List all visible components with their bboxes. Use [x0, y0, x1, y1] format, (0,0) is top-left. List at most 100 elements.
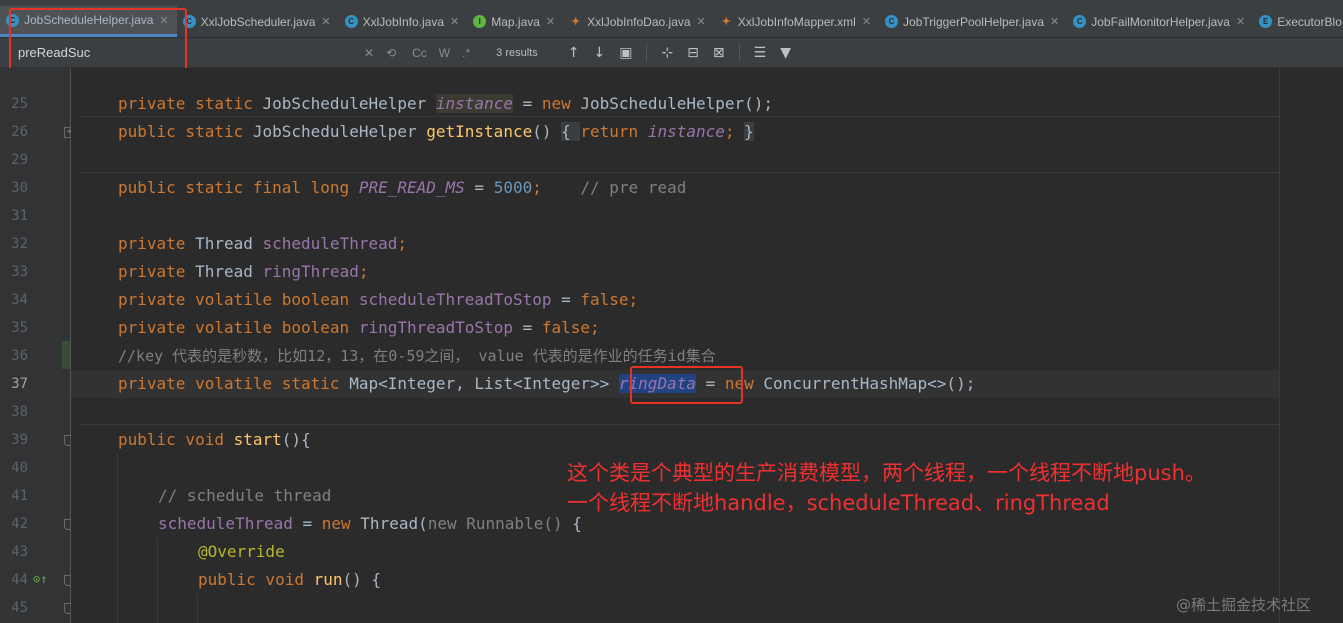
filter-icon[interactable]: ▼ [780, 45, 791, 61]
editor-tab-bar: C JobScheduleHelper.java ✕ C XxlJobSched… [0, 6, 1343, 38]
tab-xxl-job-info[interactable]: C XxlJobInfo.java ✕ [339, 6, 468, 37]
type: Map<Integer, List<Integer>> [349, 374, 619, 393]
tab-executor-blo[interactable]: E ExecutorBlo [1253, 6, 1343, 37]
line-number: 34 [11, 292, 28, 308]
tab-xxl-job-scheduler[interactable]: C XxlJobScheduler.java ✕ [177, 6, 339, 37]
mybatis-icon: ✦ [721, 16, 731, 28]
code-line-33: private Thread ringThread; [118, 258, 368, 286]
code-line-43: @Override [198, 538, 285, 566]
code-line-30: public static final long PRE_READ_MS = 5… [118, 174, 686, 202]
static-field: instance [647, 122, 725, 141]
tab-xxl-job-info-mapper[interactable]: ✦ XxlJobInfoMapper.xml ✕ [714, 6, 879, 37]
next-occurrence-icon[interactable]: ↓ [593, 45, 605, 61]
code-editor[interactable]: private static JobScheduleHelper instanc… [71, 68, 1279, 623]
add-selection-icon[interactable]: ⊹ [661, 45, 673, 61]
method-separator [79, 424, 1279, 425]
line-number: 25 [11, 96, 28, 112]
comment: // pre read [580, 178, 687, 197]
tab-job-trigger-pool-helper[interactable]: C JobTriggerPoolHelper.java ✕ [879, 6, 1067, 37]
code-line-26: public static JobScheduleHelper getInsta… [118, 118, 754, 146]
regex-button[interactable]: .* [462, 46, 470, 60]
search-highlight-box [9, 8, 187, 74]
words-button[interactable]: W [439, 46, 450, 60]
method-name: getInstance [426, 122, 533, 141]
line-number: 31 [11, 208, 28, 224]
annotation-line-1: 这个类是个典型的生产消费模型，两个线程，一个线程不断地push。 [567, 461, 1206, 485]
close-icon[interactable]: ✕ [1236, 15, 1245, 28]
field: scheduleThreadToStop [358, 290, 552, 309]
multi-line-icon[interactable]: ☰ [754, 45, 767, 61]
line-number: 26 [11, 124, 28, 140]
tab-job-fail-monitor-helper[interactable]: C JobFailMonitorHelper.java ✕ [1067, 6, 1253, 37]
keyword: public void [118, 430, 234, 449]
keyword: public void [198, 570, 314, 589]
divider [738, 43, 740, 62]
remove-selection-icon[interactable]: ⊟ [687, 45, 699, 61]
operator: = [292, 514, 322, 533]
type: JobScheduleHelper [262, 94, 436, 113]
tab-xxl-job-info-dao[interactable]: ✦ XxlJobInfoDao.java ✕ [563, 6, 714, 37]
tab-label: ExecutorBlo [1277, 14, 1342, 29]
class-icon: C [344, 15, 358, 28]
close-icon[interactable]: ✕ [546, 15, 555, 28]
indent-guide [157, 538, 158, 623]
close-icon[interactable]: ✕ [862, 15, 871, 28]
constructor-call: Thread( [360, 514, 428, 533]
annotation-line-2: 一个线程不断地handle，scheduleThread、ringThread [567, 491, 1110, 515]
close-icon[interactable]: ✕ [321, 15, 330, 28]
class-icon: C [885, 15, 899, 28]
close-icon[interactable]: ✕ [450, 15, 459, 28]
static-field: instance [435, 94, 513, 113]
parens: () { [342, 570, 382, 589]
close-icon[interactable]: ✕ [1050, 15, 1059, 28]
interface-icon: I [473, 15, 487, 28]
tab-label: XxlJobInfoMapper.xml [737, 14, 856, 29]
previous-occurrence-icon[interactable]: ↑ [568, 45, 580, 61]
comment: // schedule thread [158, 486, 332, 505]
constructor-call: JobScheduleHelper(); [580, 94, 774, 113]
field: ringThread [262, 262, 359, 281]
semicolon: ; [358, 262, 369, 281]
line-number-gutter: 25 26 29 30 31 32 33 34 35 36 37 38 39 4… [0, 68, 75, 623]
find-bar: preReadSuc ✕ ⟲ Cc W .* 3 results ↑ ↓ ▣ ⊹… [0, 38, 1343, 68]
code-line-44: public void run() { [198, 566, 381, 594]
line-number: 32 [11, 236, 28, 252]
history-icon[interactable]: ⟲ [386, 46, 396, 60]
mybatis-icon: ✦ [571, 16, 581, 28]
field: ringThreadToStop [358, 318, 513, 337]
keyword: false; [580, 290, 639, 309]
code-line-25: private static JobScheduleHelper instanc… [118, 90, 773, 118]
keyword: public static final long [118, 178, 359, 197]
keyword: private volatile static [118, 374, 350, 393]
constructor-call: ConcurrentHashMap<>(); [763, 374, 976, 393]
parens: () [532, 122, 562, 141]
line-number: 30 [11, 180, 28, 196]
semicolon: ; [397, 234, 407, 253]
code-line-34: private volatile boolean scheduleThreadT… [118, 286, 638, 314]
keyword: public static [118, 122, 253, 141]
parens: (){ [281, 430, 311, 449]
tab-map[interactable]: I Map.java ✕ [467, 6, 563, 37]
method-name: run [313, 570, 343, 589]
ringdata-highlight-box [630, 366, 743, 404]
class-icon: C [1073, 15, 1087, 28]
implements-method-icon[interactable]: ⊙↑ [33, 572, 47, 586]
keyword: private static [118, 94, 263, 113]
tab-label: XxlJobScheduler.java [200, 14, 316, 29]
static-field: PRE_READ_MS [358, 178, 465, 197]
clear-icon[interactable]: ✕ [364, 46, 374, 60]
type: JobScheduleHelper [252, 122, 427, 141]
annotation: @Override [198, 542, 285, 561]
select-all-occurrences-icon[interactable]: ▣ [619, 45, 632, 61]
code-line-36: //key 代表的是秒数，比如12，13，在0-59之间， value 代表的是… [118, 342, 716, 370]
close-icon[interactable]: ✕ [697, 15, 706, 28]
semicolon: ; [724, 122, 745, 141]
keyword: private [118, 234, 196, 253]
operator: = [512, 94, 542, 113]
current-line-number: 37 [11, 376, 28, 392]
match-case-button[interactable]: Cc [412, 46, 427, 60]
semicolon: ; [532, 178, 581, 197]
keyword: private [118, 262, 196, 281]
method-separator [79, 172, 1279, 173]
exclude-icon[interactable]: ⊠ [713, 45, 725, 61]
